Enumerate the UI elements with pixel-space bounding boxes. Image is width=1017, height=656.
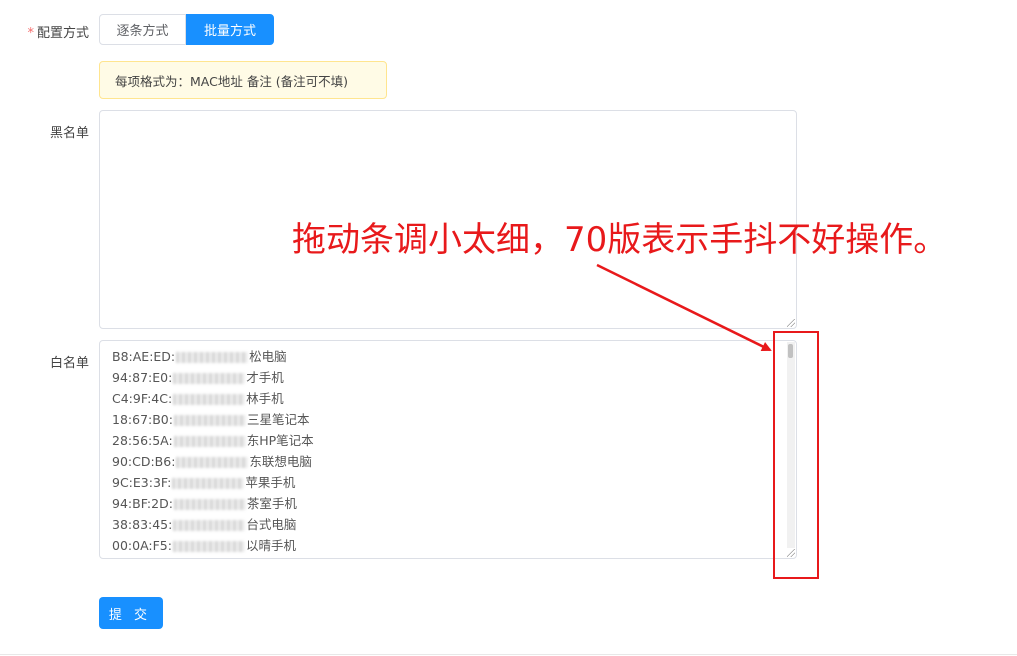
whitelist-label: 白名单 (49, 356, 89, 371)
whitelist-line: 94:87:E0: 才手机 (112, 370, 284, 385)
submit-button[interactable]: 提 交 (99, 597, 163, 629)
mode-label-text: 配置方式 (36, 26, 89, 41)
whitelist-line: 38:83:45: 台式电脑 (112, 517, 297, 532)
redacted-mask (173, 436, 246, 447)
blacklist-label: 黑名单 (49, 126, 89, 141)
bottom-divider (0, 654, 1017, 655)
mode-label: * 配置方式 (0, 22, 89, 41)
whitelist-scrollbar[interactable] (787, 342, 795, 548)
whitelist-line: 00:0A:F5: 以晴手机 (112, 538, 296, 553)
whitelist-line: 9C:E3:3F: 苹果手机 (112, 475, 296, 490)
page: * 配置方式 逐条方式 批量方式 每项格式为：MAC地址 备注 (备注可不填) 黑… (0, 0, 1017, 656)
mode-option-single[interactable]: 逐条方式 (99, 14, 186, 45)
redacted-mask (173, 394, 246, 405)
redacted-mask (176, 457, 249, 468)
whitelist-line: 28:56:5A: 东HP笔记本 (112, 433, 314, 448)
required-mark: * (27, 26, 34, 41)
whitelist-line: B8:AE:ED: 松电脑 (112, 349, 287, 364)
whitelist-lines: B8:AE:ED: 松电脑 94:87:E0: 才手机 C4:9F:4C: 林手机 1… (112, 346, 314, 556)
redacted-mask (173, 499, 246, 510)
whitelist-line: C4:9F:4C: 林手机 (112, 391, 284, 406)
blacklist-resize-handle[interactable] (787, 319, 795, 327)
whitelist-line: 90:CD:B6: 东联想电脑 (112, 454, 312, 469)
whitelist-resize-handle[interactable] (787, 549, 795, 557)
redacted-mask (173, 520, 246, 531)
redacted-mask (172, 478, 245, 489)
whitelist-line: 94:BF:2D: 茶室手机 (112, 496, 297, 511)
whitelist-scrollbar-thumb[interactable] (788, 344, 793, 358)
mode-option-batch[interactable]: 批量方式 (186, 14, 274, 45)
whitelist-line: 18:67:B0: 三星笔记本 (112, 412, 310, 427)
redacted-mask (173, 415, 246, 426)
mode-radio-group: 逐条方式 批量方式 (99, 14, 274, 45)
redacted-mask (172, 541, 245, 552)
redacted-mask (176, 352, 249, 363)
redacted-mask (173, 373, 246, 384)
format-hint: 每项格式为：MAC地址 备注 (备注可不填) (99, 61, 387, 99)
annotation-text: 拖动条调小太细，70版表示手抖不好操作。 (292, 220, 948, 260)
whitelist-textarea[interactable]: B8:AE:ED: 松电脑 94:87:E0: 才手机 C4:9F:4C: 林手机 1… (99, 340, 797, 559)
